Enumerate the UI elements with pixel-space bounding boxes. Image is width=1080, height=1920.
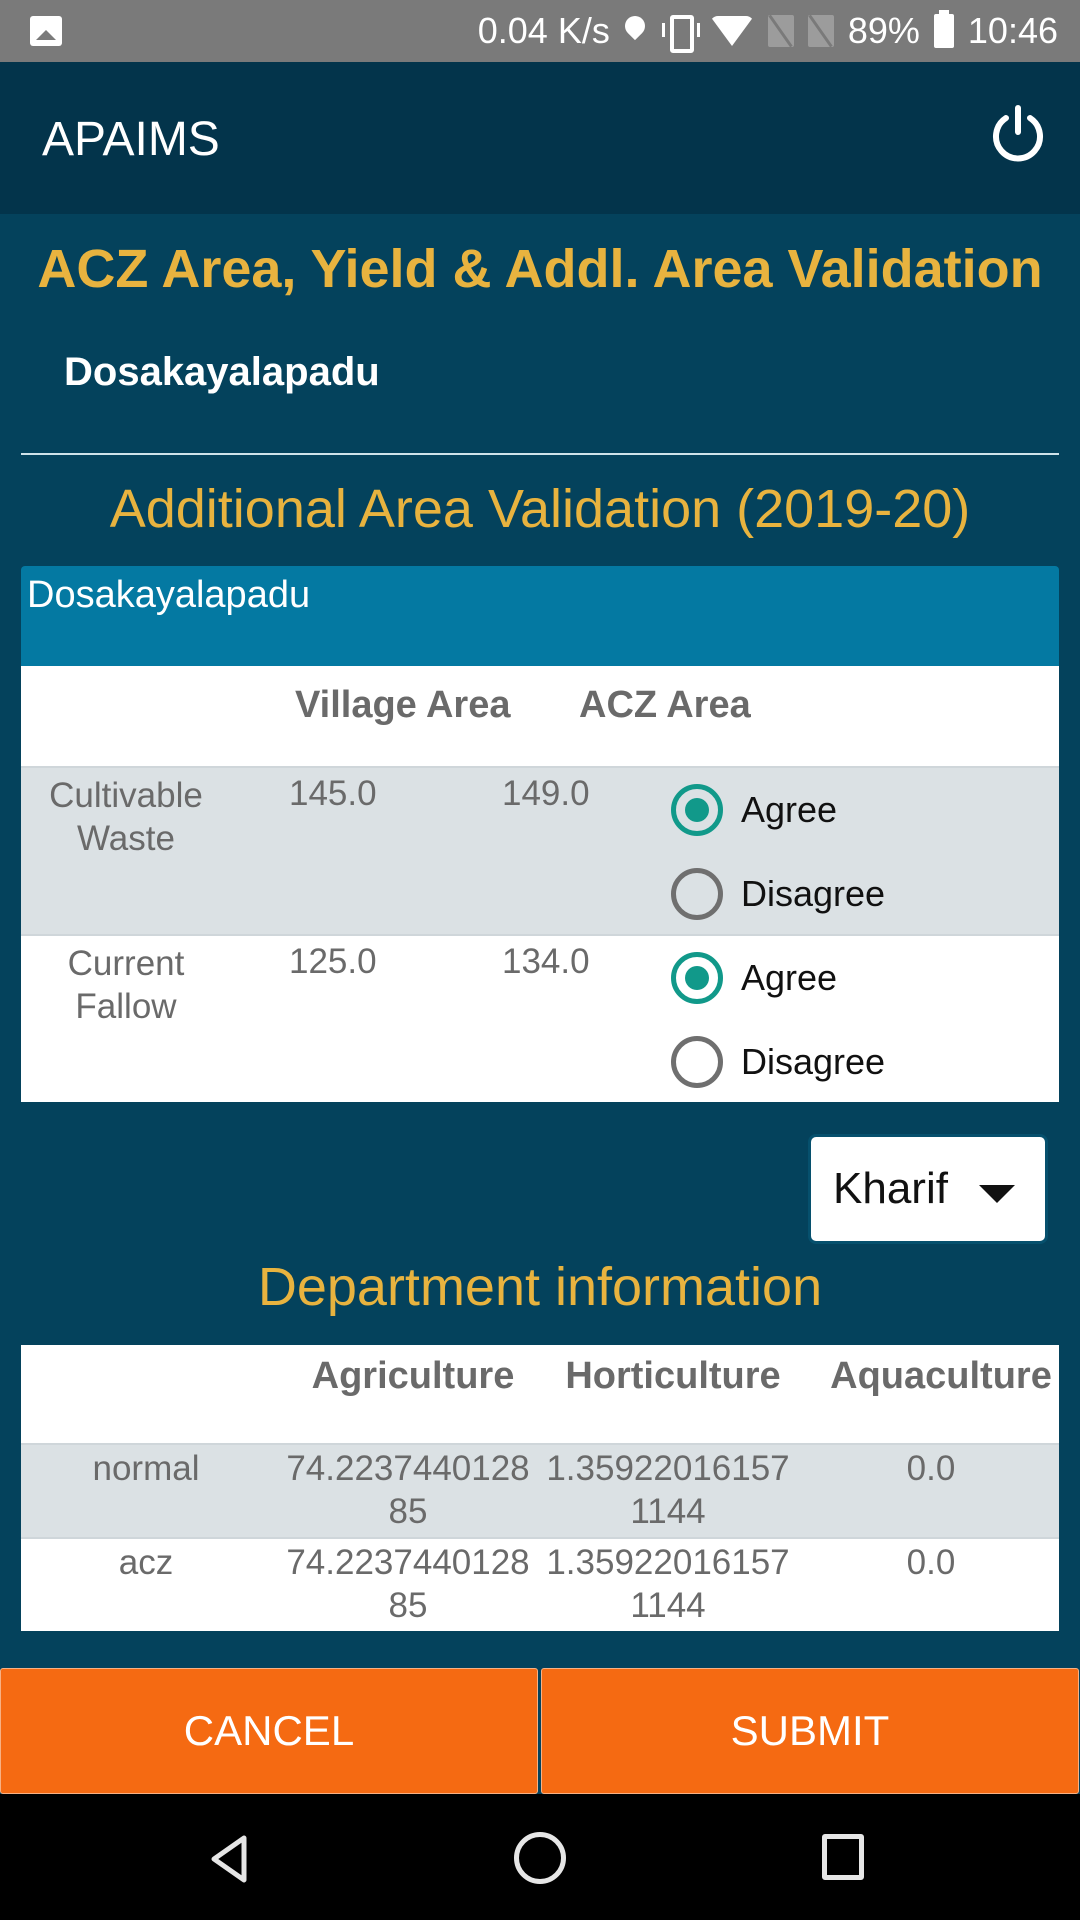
recent-apps-icon[interactable]	[822, 1834, 864, 1880]
row-label: Cultivable Waste	[49, 776, 203, 858]
location-icon	[624, 16, 646, 46]
row-label: Current Fallow	[67, 944, 185, 1026]
app-title: APAIMS	[42, 113, 220, 166]
network-speed: 0.04 K/s	[477, 10, 610, 51]
horticulture-value: 1.359220161571144	[546, 1449, 790, 1531]
radio-label: Agree	[741, 957, 838, 998]
gallery-icon	[30, 16, 62, 46]
table-header: Agriculture Horticulture Aquaculture	[21, 1345, 1059, 1443]
no-sim-icon	[767, 15, 794, 47]
table-row: Cultivable Waste 145.0 149.0 Agree Disag…	[21, 766, 1059, 934]
divider	[21, 453, 1059, 455]
area-validation-title: Additional Area Validation (2019-20)	[109, 479, 971, 539]
department-table: Agriculture Horticulture Aquaculture nor…	[21, 1345, 1059, 1631]
radio-unchecked-icon[interactable]	[671, 1036, 723, 1088]
acz-area-value: 134.0	[502, 942, 590, 981]
horticulture-value: 1.359220161571144	[546, 1543, 790, 1625]
column-header-aquaculture: Aquaculture	[830, 1355, 1052, 1397]
area-validation-card: Dosakayalapadu Village Area ACZ Area Cul…	[21, 566, 1059, 1102]
caret-down-icon	[979, 1185, 1015, 1203]
column-header-acz-area: ACZ Area	[579, 684, 751, 726]
cancel-button[interactable]: CANCEL	[0, 1668, 538, 1794]
agriculture-value: 74.223744012885	[286, 1543, 530, 1625]
radio-label: Disagree	[741, 1041, 886, 1082]
wifi-icon	[709, 16, 754, 46]
radio-checked-icon[interactable]	[671, 952, 723, 1004]
row-label: normal	[92, 1449, 200, 1488]
power-icon[interactable]	[988, 104, 1048, 164]
submit-button[interactable]: SUBMIT	[541, 1668, 1079, 1794]
column-header-horticulture: Horticulture	[565, 1355, 781, 1397]
column-header-village-area: Village Area	[295, 684, 511, 726]
card-header: Dosakayalapadu	[21, 566, 1059, 666]
disagree-radio[interactable]: Disagree	[671, 1036, 885, 1088]
vibrate-icon	[660, 15, 700, 53]
row-label: acz	[118, 1543, 174, 1582]
village-name: Dosakayalapadu	[64, 350, 380, 394]
table-header: Village Area ACZ Area	[21, 666, 1059, 766]
village-area-value: 145.0	[289, 774, 377, 813]
disagree-radio[interactable]: Disagree	[671, 868, 885, 920]
acz-area-value: 149.0	[502, 774, 590, 813]
clock: 10:46	[967, 10, 1058, 51]
status-bar: 0.04 K/s 89% 10:46	[0, 0, 1080, 62]
radio-unchecked-icon[interactable]	[671, 868, 723, 920]
table-row: acz 74.223744012885 1.359220161571144 0.…	[21, 1537, 1059, 1631]
agriculture-value: 74.223744012885	[286, 1449, 530, 1531]
agree-radio[interactable]: Agree	[671, 784, 837, 836]
status-indicators: 0.04 K/s 89% 10:46	[478, 8, 1058, 54]
aquaculture-value: 0.0	[906, 1449, 956, 1488]
village-area-value: 125.0	[289, 942, 377, 981]
battery-icon	[933, 10, 954, 48]
back-icon[interactable]	[206, 1834, 256, 1884]
department-title: Department information	[257, 1257, 823, 1317]
table-row: normal 74.223744012885 1.359220161571144…	[21, 1443, 1059, 1537]
radio-label: Disagree	[741, 873, 886, 914]
radio-checked-icon[interactable]	[671, 784, 723, 836]
column-header-agriculture: Agriculture	[311, 1355, 515, 1397]
home-icon[interactable]	[514, 1832, 566, 1884]
table-row: Current Fallow 125.0 134.0 Agree Disagre…	[21, 934, 1059, 1102]
agree-radio[interactable]: Agree	[671, 952, 837, 1004]
season-dropdown[interactable]: Kharif	[808, 1134, 1048, 1244]
navigation-bar	[0, 1794, 1080, 1920]
no-sim-icon	[807, 15, 834, 47]
season-value: Kharif	[833, 1164, 948, 1213]
aquaculture-value: 0.0	[906, 1543, 956, 1582]
page-title: ACZ Area, Yield & Addl. Area Validation	[37, 239, 1043, 299]
radio-label: Agree	[741, 789, 838, 830]
app-bar: APAIMS	[0, 62, 1080, 214]
battery-percent: 89%	[847, 10, 920, 51]
